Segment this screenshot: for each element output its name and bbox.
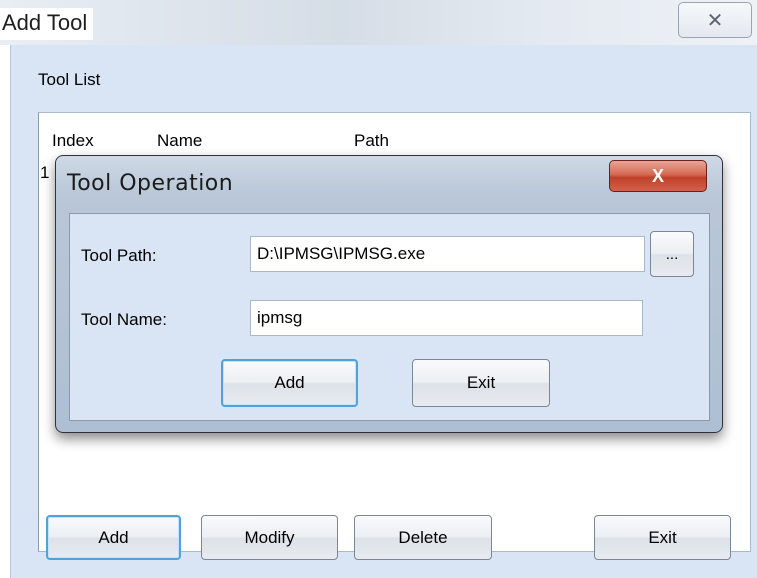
window-title: Add Tool <box>0 8 94 40</box>
tool-name-input[interactable] <box>250 300 643 336</box>
window-title-bar: Add Tool ✕ <box>0 0 757 45</box>
dialog-add-button[interactable]: Add <box>221 359 358 407</box>
browse-button[interactable]: ... <box>650 231 694 277</box>
column-header-name[interactable]: Name <box>157 131 202 151</box>
delete-button[interactable]: Delete <box>354 515 492 560</box>
dialog-close-button[interactable]: X <box>609 160 707 192</box>
close-icon: ✕ <box>706 9 724 32</box>
column-header-path[interactable]: Path <box>354 131 389 151</box>
window-close-button[interactable]: ✕ <box>678 2 752 38</box>
dialog-title: Tool Operation <box>67 171 234 196</box>
dialog-body: Tool Path: ... Tool Name: Add Exit <box>69 213 710 421</box>
column-header-index[interactable]: Index <box>52 131 94 151</box>
dialog-exit-button[interactable]: Exit <box>412 359 550 407</box>
modify-button[interactable]: Modify <box>201 515 338 560</box>
tool-path-input[interactable] <box>250 236 645 272</box>
list-row-index[interactable]: 1 <box>40 163 49 183</box>
exit-button[interactable]: Exit <box>594 515 731 560</box>
tool-name-label: Tool Name: <box>81 310 167 329</box>
tool-path-label: Tool Path: <box>81 246 157 265</box>
tool-operation-dialog: Tool Operation X Tool Path: ... Tool Nam… <box>55 155 723 433</box>
ellipsis-icon: ... <box>665 245 679 263</box>
list-header: Index Name Path <box>39 113 750 150</box>
close-icon: X <box>651 165 664 186</box>
tool-list-label: Tool List <box>38 70 101 89</box>
add-button[interactable]: Add <box>46 515 181 560</box>
